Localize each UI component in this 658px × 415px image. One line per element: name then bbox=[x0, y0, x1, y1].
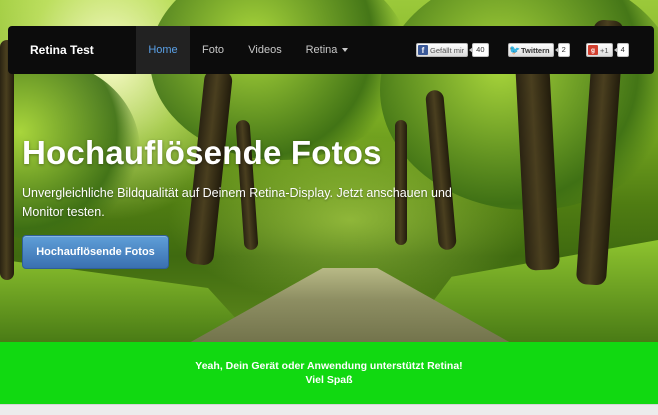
nav-videos[interactable]: Videos bbox=[240, 26, 290, 74]
hero-subtitle: Unvergleichliche Bildqualität auf Deinem… bbox=[22, 186, 452, 219]
tree-trunk bbox=[395, 120, 407, 245]
twitter-tweet-count: 2 bbox=[554, 43, 570, 57]
nav-foto[interactable]: Foto bbox=[194, 26, 232, 74]
top-navbar: Retina Test Home Foto Videos Retina f Ge… bbox=[8, 26, 654, 74]
nav-home[interactable]: Home bbox=[136, 26, 190, 74]
banner-message: Yeah, Dein Gerät oder Anwendung unterstü… bbox=[195, 360, 463, 372]
google-plus-widget: g +1 4 bbox=[586, 43, 629, 57]
brand-logo[interactable]: Retina Test bbox=[30, 43, 94, 57]
google-plus-count: 4 bbox=[613, 43, 629, 57]
twitter-icon: 🐦 bbox=[509, 44, 521, 55]
twitter-widget: 🐦 Twittern 2 bbox=[508, 43, 570, 57]
google-plus-button[interactable]: g +1 bbox=[586, 43, 613, 57]
hero-title: Hochauflösende Fotos bbox=[22, 134, 382, 171]
facebook-like-widget: f Gefällt mir 40 bbox=[416, 43, 489, 57]
banner-greeting: Viel Spaß bbox=[305, 374, 353, 386]
twitter-tweet-button[interactable]: 🐦 Twittern bbox=[508, 43, 554, 57]
retina-support-banner: Yeah, Dein Gerät oder Anwendung unterstü… bbox=[0, 342, 658, 404]
tree-trunk bbox=[0, 40, 14, 280]
facebook-like-label: Gefällt mir bbox=[430, 45, 465, 55]
facebook-like-button[interactable]: f Gefällt mir bbox=[416, 43, 469, 57]
google-plus-label: +1 bbox=[600, 45, 609, 55]
facebook-icon: f bbox=[418, 45, 428, 55]
google-plus-icon: g bbox=[588, 45, 598, 55]
facebook-like-count: 40 bbox=[469, 43, 489, 57]
chevron-down-icon bbox=[342, 48, 349, 53]
footer-strip bbox=[0, 404, 658, 415]
nav-retina-label: Retina bbox=[305, 44, 338, 56]
nav-retina-dropdown[interactable]: Retina bbox=[298, 26, 356, 74]
twitter-tweet-label: Twittern bbox=[521, 45, 550, 55]
hero-photos-button[interactable]: Hochauflösende Fotos bbox=[22, 235, 169, 269]
